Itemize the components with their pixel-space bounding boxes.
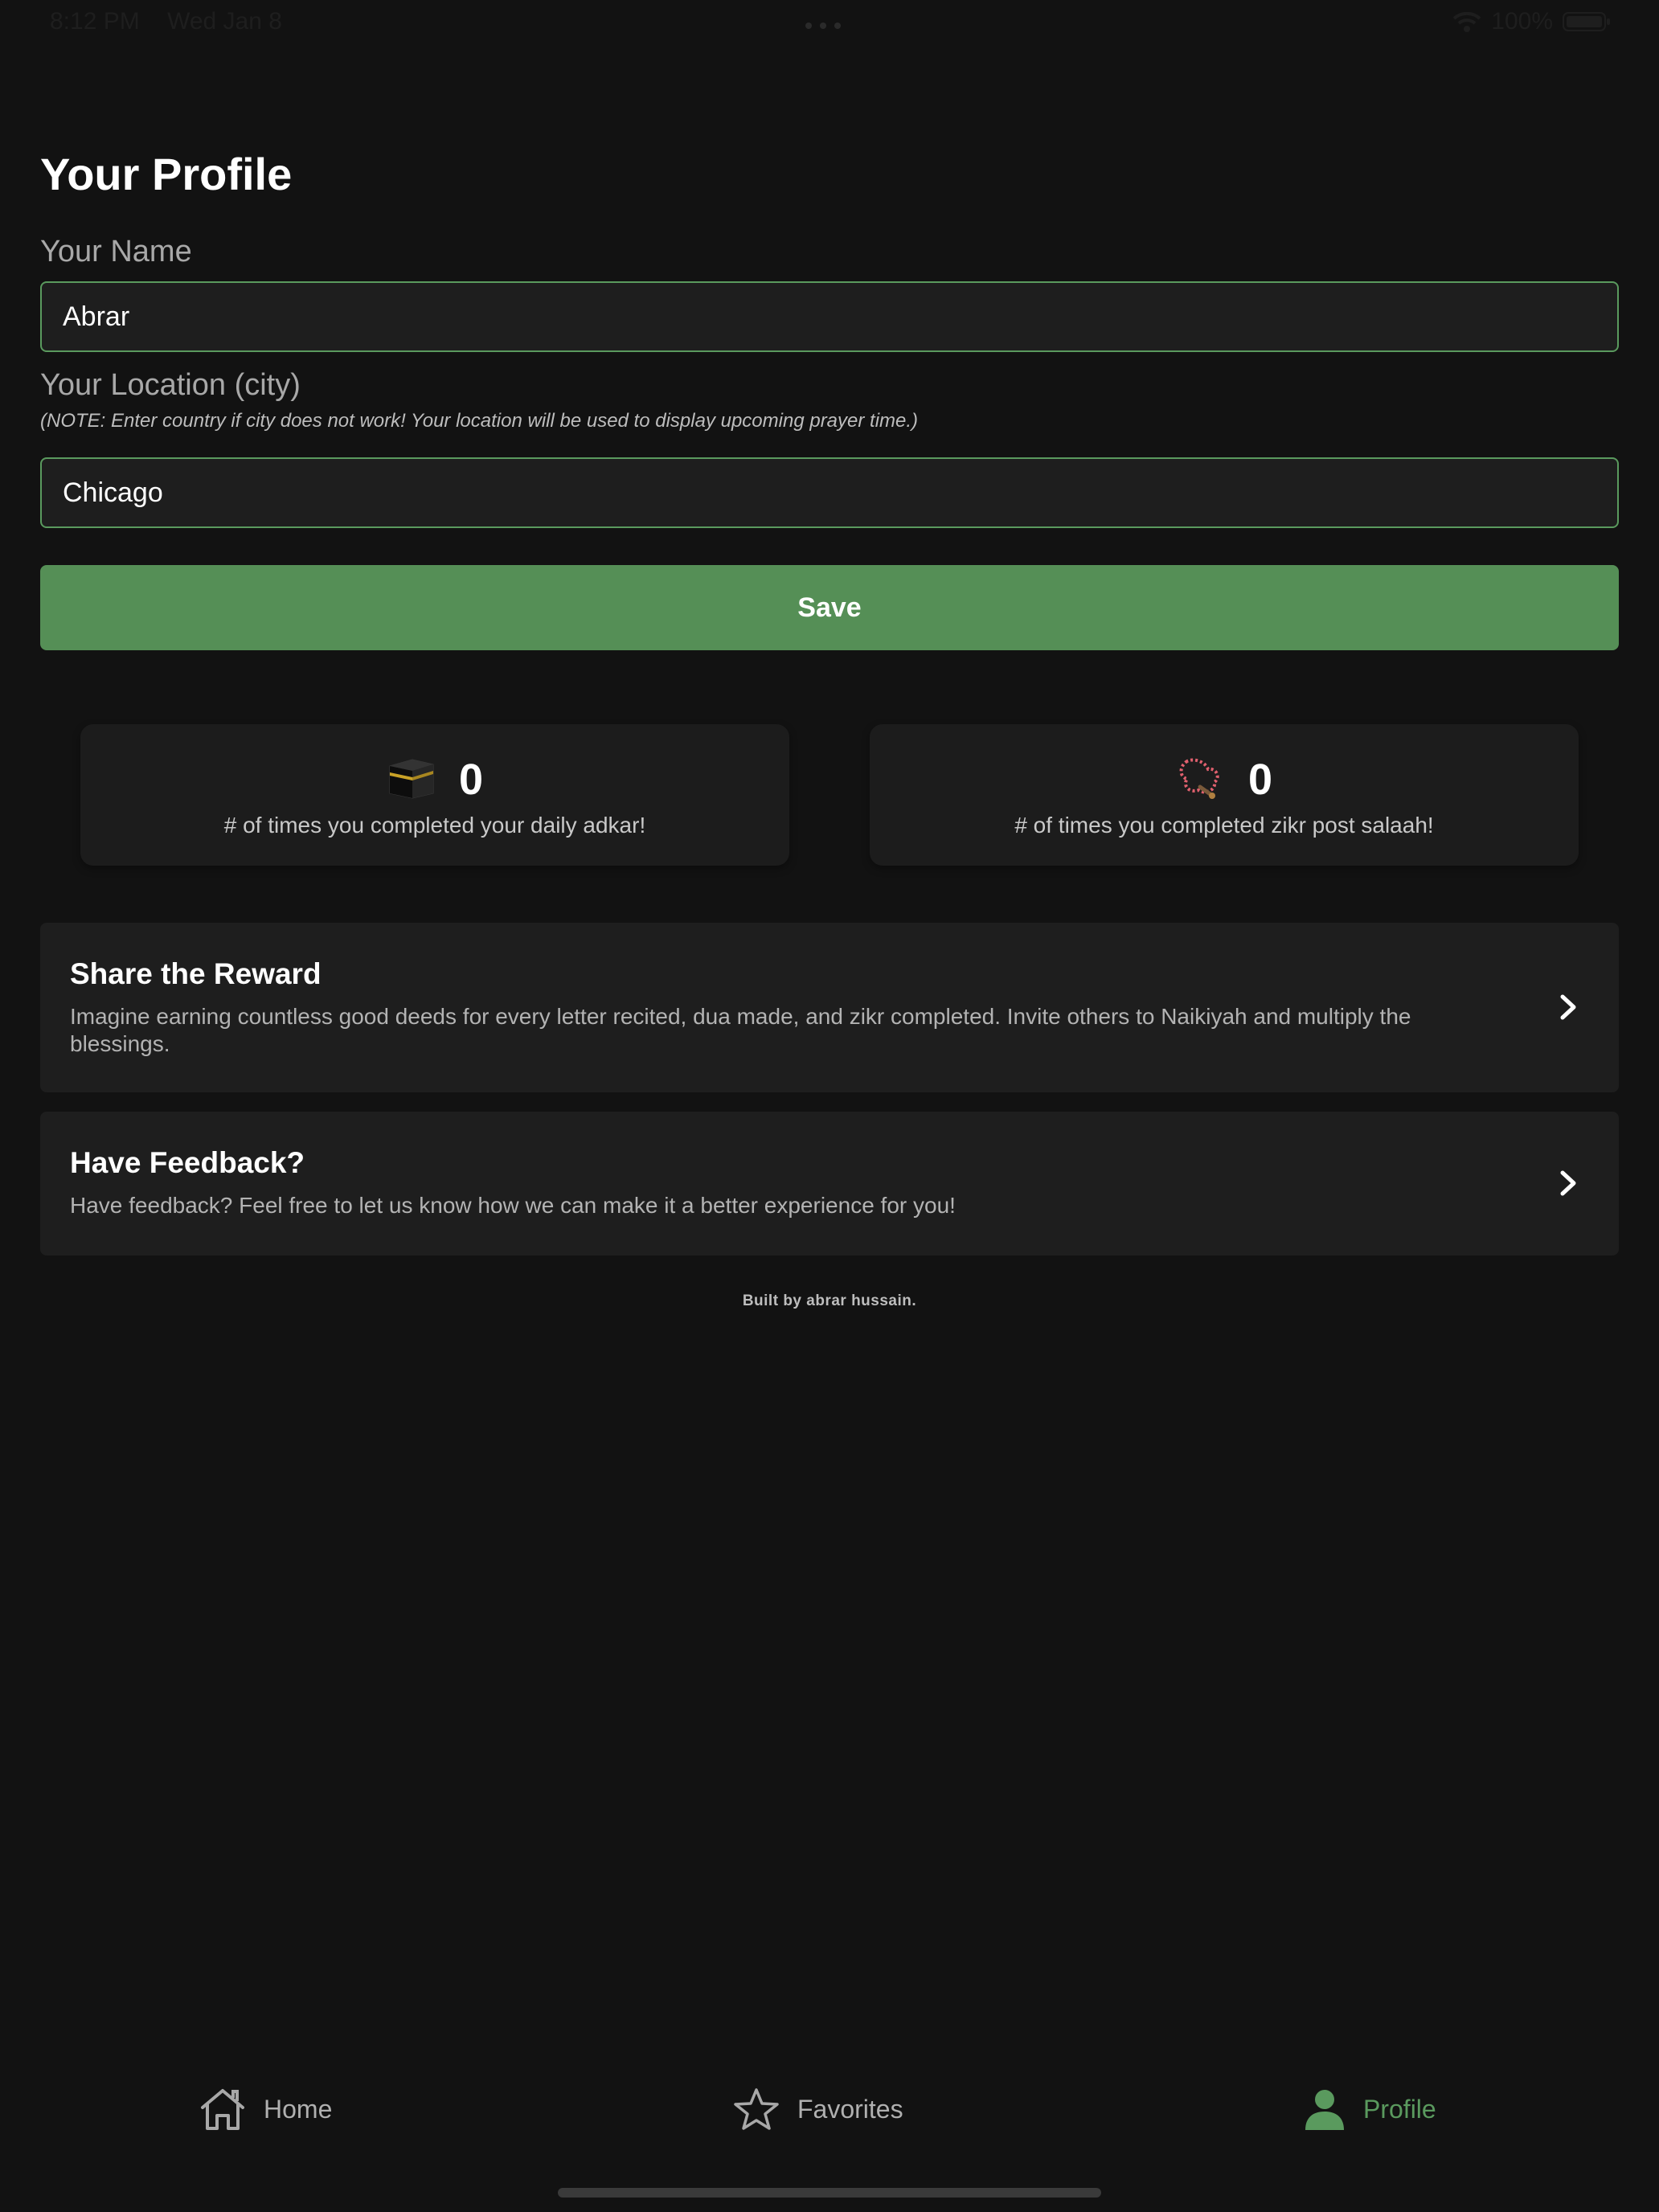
zikr-caption: # of times you completed zikr post salaa… xyxy=(1014,813,1434,838)
home-indicator[interactable] xyxy=(558,2188,1101,2198)
tab-bar: Home Favorites Profile xyxy=(0,2087,1659,2159)
location-input[interactable]: Chicago xyxy=(40,457,1619,528)
status-date: Wed Jan 8 xyxy=(167,8,282,35)
chevron-right-icon xyxy=(1560,1170,1576,1196)
page-title: Your Profile xyxy=(40,149,293,199)
profile-screen: 8:12 PM Wed Jan 8 100% Your Profile Your… xyxy=(0,0,1659,2212)
share-reward-title: Share the Reward xyxy=(70,957,322,990)
prayer-beads-icon xyxy=(1176,755,1224,804)
kaaba-icon xyxy=(387,755,435,804)
tab-home-label: Home xyxy=(264,2094,333,2124)
name-input-value: Abrar xyxy=(63,301,130,332)
zikr-count: 0 xyxy=(1247,755,1273,804)
adkar-stat-card: 0 # of times you completed your daily ad… xyxy=(80,724,789,866)
name-label: Your Name xyxy=(40,235,192,268)
tab-favorites-label: Favorites xyxy=(797,2094,903,2124)
status-time-date: 8:12 PM Wed Jan 8 xyxy=(50,8,303,35)
location-label: Your Location (city) xyxy=(40,368,301,402)
status-time: 8:12 PM xyxy=(50,8,140,35)
footer-credit: Built by abrar hussain. xyxy=(742,1292,917,1309)
feedback-description: Have feedback? Feel free to let us know … xyxy=(70,1193,956,1218)
location-input-value: Chicago xyxy=(63,477,163,508)
share-reward-card[interactable]: Share the Reward Imagine earning countle… xyxy=(40,923,1619,1092)
adkar-count: 0 xyxy=(458,755,484,804)
tab-profile-label: Profile xyxy=(1363,2094,1436,2124)
status-bar: 8:12 PM Wed Jan 8 100% xyxy=(0,5,1659,40)
tab-favorites[interactable]: Favorites xyxy=(731,2087,903,2132)
multitasking-dots[interactable] xyxy=(805,23,841,29)
feedback-card[interactable]: Have Feedback? Have feedback? Feel free … xyxy=(40,1112,1619,1256)
home-icon xyxy=(201,2089,244,2130)
share-reward-description: Imagine earning countless good deeds for… xyxy=(70,1004,1411,1056)
tab-profile[interactable]: Profile xyxy=(1302,2087,1436,2132)
person-icon xyxy=(1305,2090,1344,2130)
feedback-title: Have Feedback? xyxy=(70,1146,305,1179)
tab-home[interactable]: Home xyxy=(198,2087,332,2132)
battery-icon xyxy=(1563,11,1611,32)
name-input[interactable]: Abrar xyxy=(40,281,1619,352)
adkar-caption: # of times you completed your daily adka… xyxy=(223,813,646,838)
status-right: 100% xyxy=(1452,8,1611,35)
wifi-icon xyxy=(1452,10,1481,33)
star-icon xyxy=(734,2088,779,2130)
save-button[interactable]: Save xyxy=(40,565,1619,650)
zikr-stat-card: 0 # of times you completed zikr post sal… xyxy=(870,724,1579,866)
battery-percent: 100% xyxy=(1491,8,1553,35)
location-note: (NOTE: Enter country if city does not wo… xyxy=(40,410,919,432)
chevron-right-icon xyxy=(1560,994,1576,1020)
